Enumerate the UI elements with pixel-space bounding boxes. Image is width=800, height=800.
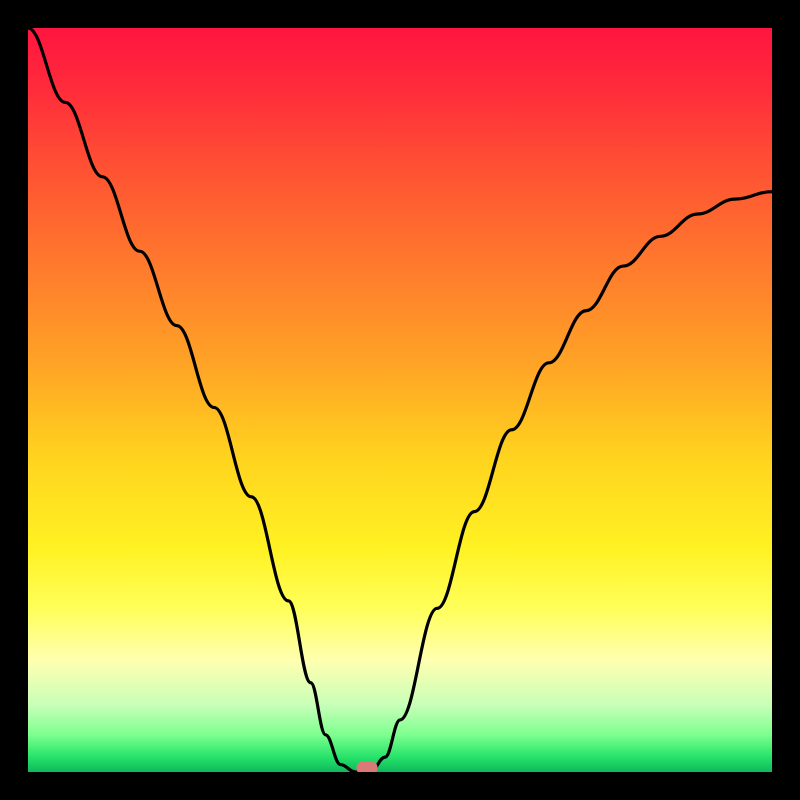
- curve-path: [28, 28, 772, 772]
- plot-area: [28, 28, 772, 772]
- bottleneck-curve: [28, 28, 772, 772]
- optimal-marker: [356, 762, 377, 772]
